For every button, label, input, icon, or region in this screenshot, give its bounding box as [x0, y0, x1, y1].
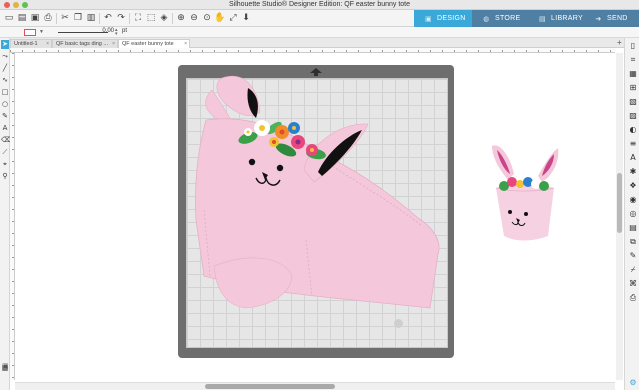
tab-qf-easter-bunny-tote[interactable]: QF easter bunny tote × — [118, 39, 190, 48]
zoom-drag-icon[interactable]: ⊙ — [201, 12, 213, 24]
line-style-icon[interactable]: ≡ — [628, 139, 638, 149]
right-eye — [276, 164, 284, 172]
left-eye — [248, 158, 256, 166]
tab-design-label: DESIGN — [437, 15, 466, 22]
leaf-shape — [213, 257, 293, 309]
line-color-icon[interactable]: ▨ — [628, 111, 638, 121]
pan-hand-icon[interactable]: ✋ — [214, 12, 226, 24]
left-tool-panel: ➤ ⤳ ╱ ∿ □ ○ ✎ A ⌫ ⟋ ⌖ ⚲ ▦ — [0, 38, 11, 390]
gear-icon[interactable]: ⚙ — [628, 378, 638, 388]
text-tool-icon[interactable]: A — [1, 124, 9, 133]
tab-untitled-1[interactable]: Untitled-1 × — [10, 39, 52, 48]
rectangle-tool-icon[interactable]: □ — [1, 88, 9, 97]
layers-icon[interactable]: ⧉ — [628, 237, 638, 247]
new-document-icon[interactable]: ▭ — [3, 12, 15, 24]
line-properties-bar: ▼ ▼ 0.00 ▴▾ pt — [0, 27, 639, 38]
tab-label: QF basic tags ding ... — [56, 41, 108, 47]
toolbar-divider — [56, 13, 57, 24]
pixscan-icon[interactable]: ⌘ — [628, 279, 638, 289]
chevron-down-icon[interactable]: ▼ — [39, 29, 44, 35]
replicate-icon[interactable]: ❖ — [628, 181, 638, 191]
bunny-tote-preview — [492, 145, 559, 241]
redo-icon[interactable]: ↷ — [115, 12, 127, 24]
line-tool-icon[interactable]: ╱ — [1, 64, 9, 73]
zoom-out-icon[interactable]: ⊖ — [188, 12, 200, 24]
line-color-swatch[interactable] — [24, 29, 36, 36]
tab-qf-basic-tags[interactable]: QF basic tags ding ... × — [52, 39, 118, 48]
line-width-unit: pt — [122, 28, 128, 34]
close-icon[interactable]: × — [112, 40, 115, 48]
bunny-tote-design[interactable] — [186, 70, 448, 340]
select-tool-icon[interactable]: ➤ — [1, 40, 9, 49]
vertical-scrollbar[interactable] — [616, 53, 623, 380]
knife-icon[interactable]: ⌿ — [628, 265, 638, 275]
trace-icon[interactable]: ▤ — [628, 223, 638, 233]
select-all-icon[interactable]: ⛶ — [132, 12, 144, 24]
undo-icon[interactable]: ↶ — [102, 12, 114, 24]
select-by-color-icon[interactable]: ◈ — [158, 12, 170, 24]
cut-icon[interactable]: ✂ — [59, 12, 71, 24]
line-width-input[interactable]: 0.00 — [94, 28, 114, 34]
save-icon[interactable]: ▣ — [29, 12, 41, 24]
store-icon: ◍ — [483, 15, 490, 23]
add-tab-icon[interactable]: + — [617, 38, 622, 48]
horizontal-scroll-thumb[interactable] — [205, 384, 335, 389]
paste-icon[interactable]: ▥ — [85, 12, 97, 24]
grid-icon[interactable]: ⊞ — [628, 83, 638, 93]
print-cut-icon[interactable]: ⎙ — [628, 293, 638, 303]
toolbar-divider — [99, 13, 100, 24]
reg-marks-icon[interactable]: ▦ — [628, 69, 638, 79]
tab-label: QF easter bunny tote — [122, 41, 174, 47]
tab-send-label: SEND — [607, 15, 628, 22]
tab-library[interactable]: ▤ LIBRARY — [528, 10, 584, 27]
copy-icon[interactable]: ❐ — [72, 12, 84, 24]
curve-tool-icon[interactable]: ∿ — [1, 76, 9, 85]
cut-settings-icon[interactable]: ⌗ — [628, 55, 638, 65]
eraser-tool-icon[interactable]: ⌫ — [1, 136, 11, 145]
pencil-tool-icon[interactable]: ✎ — [1, 112, 9, 121]
point-edit-tool-icon[interactable]: ⤳ — [1, 52, 9, 61]
modify-icon[interactable]: ◉ — [628, 195, 638, 205]
send-icon: ➜ — [595, 15, 602, 23]
window-title: Silhouette Studio® Designer Edition: QF … — [228, 1, 411, 8]
document-library-icon[interactable]: ▣ — [2, 362, 9, 370]
move-down-icon[interactable]: ⬇ — [240, 12, 252, 24]
tab-store-label: STORE — [495, 15, 521, 22]
window-title-bar: Silhouette Studio® Designer Edition: QF … — [0, 0, 639, 10]
line-width-stepper[interactable]: ▴ ▾ — [115, 28, 118, 37]
zoom-in-icon[interactable]: ⊕ — [175, 12, 187, 24]
eyedropper-tool-icon[interactable]: ⌖ — [1, 160, 9, 169]
tab-store[interactable]: ◍ STORE — [472, 10, 528, 27]
tab-design[interactable]: ▣ DESIGN — [414, 10, 472, 27]
library-icon: ▤ — [539, 15, 546, 23]
open-icon[interactable]: ▤ — [16, 12, 28, 24]
horizontal-scrollbar[interactable] — [15, 382, 615, 390]
tab-label: Untitled-1 — [14, 41, 38, 47]
page-setup-icon[interactable]: ▯ — [628, 41, 638, 51]
transform-icon[interactable]: ✱ — [628, 167, 638, 177]
design-icon: ▣ — [425, 15, 432, 23]
tab-library-label: LIBRARY — [551, 15, 583, 22]
toolbar-divider — [129, 13, 130, 24]
panner-tool-icon[interactable]: ⚲ — [1, 172, 9, 181]
tab-send[interactable]: ➜ SEND — [584, 10, 639, 27]
fit-to-page-icon[interactable]: ⤢ — [227, 12, 239, 24]
close-icon[interactable]: × — [46, 40, 49, 48]
offset-icon[interactable]: ◎ — [628, 209, 638, 219]
sketch-icon[interactable]: ✎ — [628, 251, 638, 261]
deselect-icon[interactable]: ⬚ — [145, 12, 157, 24]
fill-color-icon[interactable]: ▧ — [628, 97, 638, 107]
document-tab-bar: Untitled-1 × QF basic tags ding ... × QF… — [10, 38, 624, 48]
toolbar-divider — [172, 13, 173, 24]
main-toolbar: ▭ ▤ ▣ ⎙ ✂ ❐ ▥ ↶ ↷ ⛶ ⬚ ◈ ⊕ ⊖ ⊙ ✋ ⤢ ⬇ ▣ DE… — [0, 10, 639, 27]
vertical-scroll-thumb[interactable] — [617, 173, 622, 233]
right-tool-panel: ▯ ⌗ ▦ ⊞ ▧ ▨ ◐ ≡ A ✱ ❖ ◉ ◎ ▤ ⧉ ✎ ⌿ ⌘ ⎙ ⚙ — [624, 38, 639, 390]
knife-tool-icon[interactable]: ⟋ — [1, 148, 9, 157]
ellipse-tool-icon[interactable]: ○ — [1, 100, 9, 109]
close-icon[interactable]: × — [184, 40, 187, 48]
print-icon[interactable]: ⎙ — [42, 12, 54, 24]
text-style-icon[interactable]: A — [628, 153, 638, 163]
transparency-icon[interactable]: ◐ — [628, 125, 638, 135]
